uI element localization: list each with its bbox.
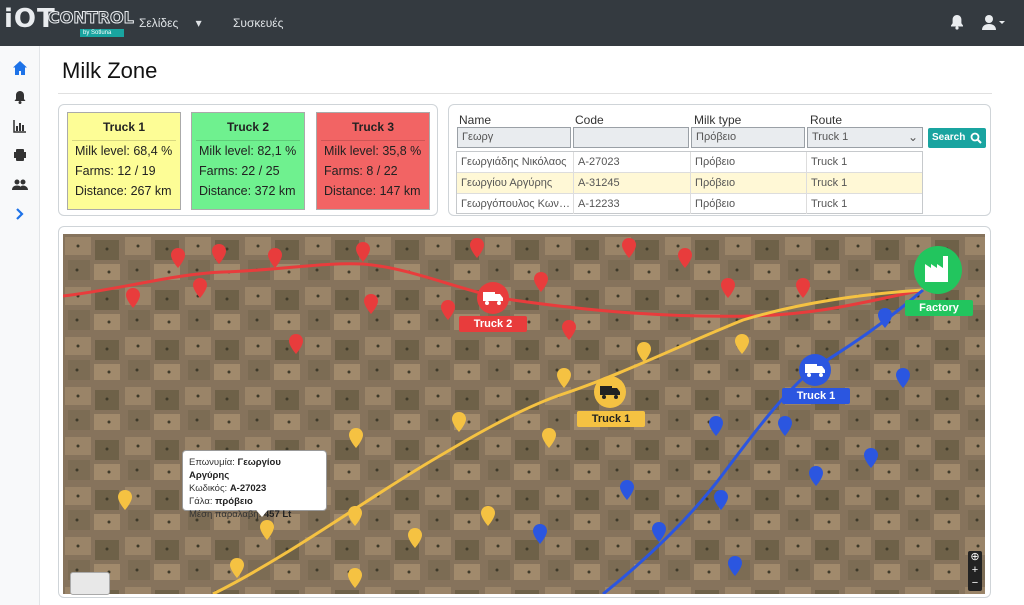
cell-route: Truck 1 — [811, 198, 848, 210]
truck-2-map-label: Truck 2 — [459, 316, 527, 332]
truck-farms: Farms: 8 / 22 — [324, 164, 398, 178]
app-logo[interactable]: iOT CONTROL by Sotluna — [4, 4, 134, 38]
factory-marker[interactable] — [914, 246, 962, 294]
truck-3-marker[interactable] — [799, 354, 831, 386]
header-route: Route — [810, 113, 843, 127]
cell-name: Γεωργιάδης Νικόλαος — [457, 152, 574, 172]
nav-devices-link[interactable]: Συσκευές — [233, 16, 283, 30]
zoom-out-button[interactable]: − — [968, 577, 982, 590]
cell-milk-type: Πρόβειο — [691, 194, 807, 214]
code-filter-input[interactable] — [573, 127, 689, 148]
title-divider — [58, 93, 992, 94]
truck-farms: Farms: 22 / 25 — [199, 164, 280, 178]
farm-tooltip: Επωνυμία: Γεωργίου Αργύρης Κωδικός: A-27… — [182, 450, 327, 520]
tooltip-avg-label: Μέση παραλαβή: — [189, 509, 262, 520]
header-name: Name — [459, 113, 492, 127]
truck-distance: Distance: 372 km — [199, 184, 296, 198]
cell-code: A-12233 — [574, 194, 691, 214]
tooltip-milk-value: πρόβειο — [215, 496, 253, 507]
table-row[interactable]: Γεωργίου Αργύρης A-31245 Πρόβειο Truck 1 — [457, 173, 922, 194]
chart-icon[interactable] — [12, 118, 28, 134]
name-filter-input[interactable]: Γεωργ — [457, 127, 571, 148]
nav-pages-dropdown[interactable]: Σελίδες ▾ — [139, 16, 216, 30]
cell-route: Truck 1 — [811, 156, 848, 168]
cell-code: A-27023 — [574, 152, 691, 172]
table-row[interactable]: Γεωργόπουλος Κωνσταντίνος A-12233 Πρόβει… — [457, 194, 922, 215]
header-code: Code — [575, 113, 604, 127]
zoom-in-button[interactable]: + — [968, 564, 982, 577]
map-type-toggle[interactable] — [70, 572, 110, 595]
milk-type-filter-input[interactable]: Πρόβειο — [691, 127, 805, 148]
truck-1-map-label: Truck 1 — [577, 411, 645, 427]
truck-card-3[interactable]: Truck 3 Milk level: 35,8 % Farms: 8 / 22… — [316, 112, 430, 210]
cell-route: Truck 1 — [811, 177, 848, 189]
cell-name: Γεωργόπουλος Κωνσταντίνος — [457, 194, 574, 214]
bell-icon[interactable] — [12, 89, 28, 105]
top-nav: Σελίδες ▾ Συσκευές — [139, 16, 297, 30]
users-icon[interactable] — [12, 176, 28, 192]
top-navbar: iOT CONTROL by Sotluna Σελίδες ▾ Συσκευέ… — [0, 0, 1024, 46]
route-select[interactable]: Truck 1 ⌄ — [807, 127, 923, 148]
sidebar — [0, 46, 40, 605]
truck-card-title: Truck 3 — [321, 113, 425, 141]
tooltip-code-label: Κωδικός: — [189, 483, 228, 494]
truck-distance: Distance: 147 km — [324, 184, 421, 198]
truck-milk-level: Milk level: 35,8 % — [324, 144, 422, 158]
truck-card-1[interactable]: Truck 1 Milk level: 68,4 % Farms: 12 / 1… — [67, 112, 181, 210]
truck-farms: Farms: 12 / 19 — [75, 164, 156, 178]
map-zoom-controls: ⊕ + − — [968, 551, 982, 591]
cell-milk-type: Πρόβειο — [691, 152, 807, 172]
tooltip-name-label: Επωνυμία: — [189, 457, 235, 468]
table-row[interactable]: Γεωργιάδης Νικόλαος A-27023 Πρόβειο Truc… — [457, 152, 922, 173]
search-button[interactable]: Search — [928, 128, 986, 148]
truck-2-marker[interactable] — [477, 282, 509, 314]
route-select-value: Truck 1 — [812, 131, 849, 143]
bell-icon[interactable] — [950, 14, 964, 30]
truck-card-title: Truck 1 — [72, 113, 176, 141]
chevron-right-icon[interactable] — [12, 206, 28, 222]
device-icon[interactable] — [12, 147, 28, 163]
truck-distance: Distance: 267 km — [75, 184, 172, 198]
caret-down-icon: ▾ — [195, 16, 202, 30]
tooltip-code-value: A-27023 — [229, 483, 267, 494]
home-icon[interactable] — [12, 60, 28, 76]
nav-pages-label: Σελίδες — [139, 16, 179, 30]
logo-by-text: by Sotluna — [80, 29, 124, 37]
truck-1-marker[interactable] — [594, 376, 626, 408]
page-title: Milk Zone — [62, 58, 158, 83]
locate-icon[interactable]: ⊕ — [968, 551, 982, 564]
truck-milk-level: Milk level: 68,4 % — [75, 144, 173, 158]
cell-name: Γεωργίου Αργύρης — [457, 173, 574, 193]
truck-milk-level: Milk level: 82,1 % — [199, 144, 297, 158]
map-canvas[interactable] — [63, 234, 985, 594]
user-icon[interactable] — [982, 14, 1006, 30]
search-icon — [970, 132, 982, 144]
cell-code: A-31245 — [574, 173, 691, 193]
truck-3-map-label: Truck 1 — [782, 388, 850, 404]
logo-control-text: CONTROL — [48, 8, 135, 28]
results-table: Γεωργιάδης Νικόλαος A-27023 Πρόβειο Truc… — [456, 151, 923, 214]
route-map[interactable] — [63, 234, 985, 594]
factory-map-label: Factory — [905, 300, 973, 316]
truck-card-title: Truck 2 — [196, 113, 300, 141]
tooltip-arrow — [256, 510, 268, 517]
chevron-down-icon: ⌄ — [907, 130, 918, 144]
header-milk-type: Milk type — [694, 113, 742, 127]
search-button-label: Search — [932, 132, 966, 143]
truck-card-2[interactable]: Truck 2 Milk level: 82,1 % Farms: 22 / 2… — [191, 112, 305, 210]
cell-milk-type: Πρόβειο — [691, 173, 807, 193]
tooltip-milk-label: Γάλα: — [189, 496, 213, 507]
